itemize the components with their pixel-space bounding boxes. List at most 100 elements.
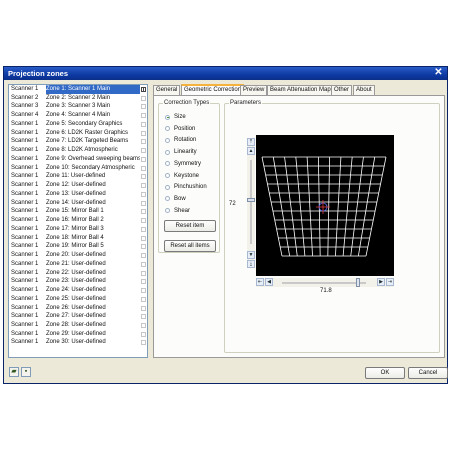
zone-list[interactable]: Scanner 1 Zone 1: Scanner 1 Main Scanner 2… xyxy=(8,84,148,358)
zone-row[interactable]: Scanner 1 Zone 26: User-defined xyxy=(9,304,147,313)
zone-row[interactable]: Scanner 1 Zone 9: Overhead sweeping beams xyxy=(9,155,147,164)
zone-checkbox[interactable] xyxy=(141,331,146,337)
tab-beam-attenuation-map[interactable]: Beam Attenuation Map xyxy=(267,85,334,95)
zone-checkbox[interactable] xyxy=(141,165,146,171)
zone-row[interactable]: Scanner 1 Zone 17: Mirror Ball 3 xyxy=(9,225,147,234)
zone-row[interactable]: Scanner 1 Zone 27: User-defined xyxy=(9,312,147,321)
zone-checkbox[interactable] xyxy=(141,314,146,320)
zone-scanner: Scanner 1 xyxy=(11,313,39,320)
zone-checkbox[interactable] xyxy=(141,279,146,285)
zone-row[interactable]: Scanner 1 Zone 12: User-defined xyxy=(9,181,147,190)
zone-checkbox[interactable] xyxy=(141,104,146,110)
zone-row[interactable]: Scanner 1 Zone 25: User-defined xyxy=(9,295,147,304)
radio-label: Position xyxy=(174,125,196,132)
zone-checkbox[interactable] xyxy=(141,156,146,162)
zone-row[interactable]: Scanner 1 Zone 19: Mirror Ball 5 xyxy=(9,242,147,251)
zone-row[interactable]: Scanner 1 Zone 7: LD2K Targeted Beams xyxy=(9,137,147,146)
radio-dot xyxy=(165,114,170,120)
tab-preview[interactable]: Preview xyxy=(240,85,268,95)
ok-button[interactable]: OK xyxy=(365,367,405,379)
reset-all-items-button[interactable]: Reset all items xyxy=(164,240,216,252)
zone-row[interactable]: Scanner 1 Zone 20: User-defined xyxy=(9,251,147,260)
zone-checkbox[interactable] xyxy=(141,191,146,197)
horizontal-slider-thumb[interactable] xyxy=(356,278,360,287)
correction-types-label: Correction Types xyxy=(163,100,211,107)
zone-checkbox[interactable] xyxy=(141,218,146,224)
zone-checkbox[interactable] xyxy=(141,139,146,145)
grid-icon[interactable] xyxy=(141,87,146,92)
scroll-leftmost-icon[interactable]: ⇤ xyxy=(256,278,264,286)
zone-name: Zone 11: User-defined xyxy=(46,173,106,180)
scroll-top-icon[interactable]: ⤒ xyxy=(247,138,255,146)
zone-checkbox[interactable] xyxy=(141,288,146,294)
zone-row[interactable]: Scanner 1 Zone 5: Secondary Graphics xyxy=(9,120,147,129)
scroll-up-icon[interactable]: ▲ xyxy=(247,147,255,155)
zone-row[interactable]: Scanner 1 Zone 13: User-defined xyxy=(9,190,147,199)
scroll-right-icon[interactable]: ▶ xyxy=(377,278,385,286)
zone-row[interactable]: Scanner 1 Zone 30: User-defined xyxy=(9,338,147,347)
zone-checkbox[interactable] xyxy=(141,200,146,206)
tab-general[interactable]: General xyxy=(153,85,181,95)
zone-checkbox[interactable] xyxy=(141,253,146,259)
save-icon[interactable]: ▪ xyxy=(21,367,31,377)
zone-row[interactable]: Scanner 1 Zone 10: Secondary Atmospheric xyxy=(9,164,147,173)
zone-checkbox[interactable] xyxy=(141,113,146,119)
zone-checkbox[interactable] xyxy=(141,95,146,101)
scroll-left-icon[interactable]: ◀ xyxy=(265,278,273,286)
title-bar[interactable]: Projection zones ✕ xyxy=(4,67,447,80)
zone-row[interactable]: Scanner 1 Zone 23: User-defined xyxy=(9,277,147,286)
close-icon[interactable]: ✕ xyxy=(433,68,444,79)
zone-row[interactable]: Scanner 1 Zone 16: Mirror Ball 2 xyxy=(9,216,147,225)
zone-checkbox[interactable] xyxy=(141,235,146,241)
zone-checkbox[interactable] xyxy=(141,261,146,267)
scroll-rightmost-icon[interactable]: ⇥ xyxy=(386,278,394,286)
zone-row[interactable]: Scanner 1 Zone 15: Mirror Ball 1 xyxy=(9,207,147,216)
zone-checkbox[interactable] xyxy=(141,340,146,346)
cancel-button[interactable]: Cancel xyxy=(408,367,448,379)
zone-row[interactable]: Scanner 1 Zone 18: Mirror Ball 4 xyxy=(9,234,147,243)
zone-row[interactable]: Scanner 1 Zone 14: User-defined xyxy=(9,199,147,208)
scroll-bottom-icon[interactable]: ⤓ xyxy=(247,260,255,268)
zone-row[interactable]: Scanner 3 Zone 3: Scanner 3 Main xyxy=(9,102,147,111)
vertical-adjust-scrollbar[interactable]: ⤒ ▲ ▼ ⤓ xyxy=(247,138,255,268)
zone-checkbox[interactable] xyxy=(141,121,146,127)
zone-name: Zone 9: Overhead sweeping beams xyxy=(46,155,140,162)
scroll-down-icon[interactable]: ▼ xyxy=(247,251,255,259)
zone-row[interactable]: Scanner 1 Zone 11: User-defined xyxy=(9,172,147,181)
zone-scanner: Scanner 1 xyxy=(11,225,39,232)
zone-checkbox[interactable] xyxy=(141,130,146,136)
zone-row[interactable]: Scanner 1 Zone 1: Scanner 1 Main xyxy=(9,85,147,94)
zone-row[interactable]: Scanner 1 Zone 24: User-defined xyxy=(9,286,147,295)
zone-checkbox[interactable] xyxy=(141,244,146,250)
tab-about[interactable]: About xyxy=(353,85,375,95)
zone-name: Zone 24: User-defined xyxy=(46,287,106,294)
horizontal-track xyxy=(282,282,366,284)
zone-checkbox[interactable] xyxy=(141,174,146,180)
zone-checkbox[interactable] xyxy=(141,226,146,232)
zone-row[interactable]: Scanner 1 Zone 22: User-defined xyxy=(9,269,147,278)
vertical-slider-thumb[interactable] xyxy=(247,198,255,202)
zone-checkbox[interactable] xyxy=(141,305,146,311)
zone-name: Zone 2: Scanner 2 Main xyxy=(46,94,111,101)
zone-row[interactable]: Scanner 4 Zone 4: Scanner 4 Main xyxy=(9,111,147,120)
zone-row[interactable]: Scanner 1 Zone 28: User-defined xyxy=(9,321,147,330)
zone-scanner: Scanner 1 xyxy=(11,173,39,180)
zone-row[interactable]: Scanner 1 Zone 29: User-defined xyxy=(9,330,147,339)
zone-name: Zone 28: User-defined xyxy=(46,321,106,328)
reset-item-button[interactable]: Reset item xyxy=(164,220,216,232)
zone-checkbox[interactable] xyxy=(141,148,146,154)
zone-checkbox[interactable] xyxy=(141,270,146,276)
zone-row[interactable]: Scanner 1 Zone 8: LD2K Atmospheric xyxy=(9,146,147,155)
zone-checkbox[interactable] xyxy=(141,296,146,302)
open-folder-icon[interactable]: ▰ xyxy=(9,367,19,377)
zone-checkbox[interactable] xyxy=(141,183,146,189)
zone-row[interactable]: Scanner 2 Zone 2: Scanner 2 Main xyxy=(9,94,147,103)
horizontal-value: 71.8 xyxy=(320,288,332,294)
zone-row[interactable]: Scanner 1 Zone 6: LD2K Raster Graphics xyxy=(9,129,147,138)
tab-other[interactable]: Other xyxy=(331,85,353,95)
zone-checkbox[interactable] xyxy=(141,322,146,328)
horizontal-adjust-scrollbar[interactable]: ⇤ ◀ ▶ ⇥ xyxy=(256,278,394,287)
zone-checkbox[interactable] xyxy=(141,209,146,215)
tab-geometric-correction[interactable]: Geometric Correction xyxy=(181,84,245,95)
zone-row[interactable]: Scanner 1 Zone 21: User-defined xyxy=(9,260,147,269)
